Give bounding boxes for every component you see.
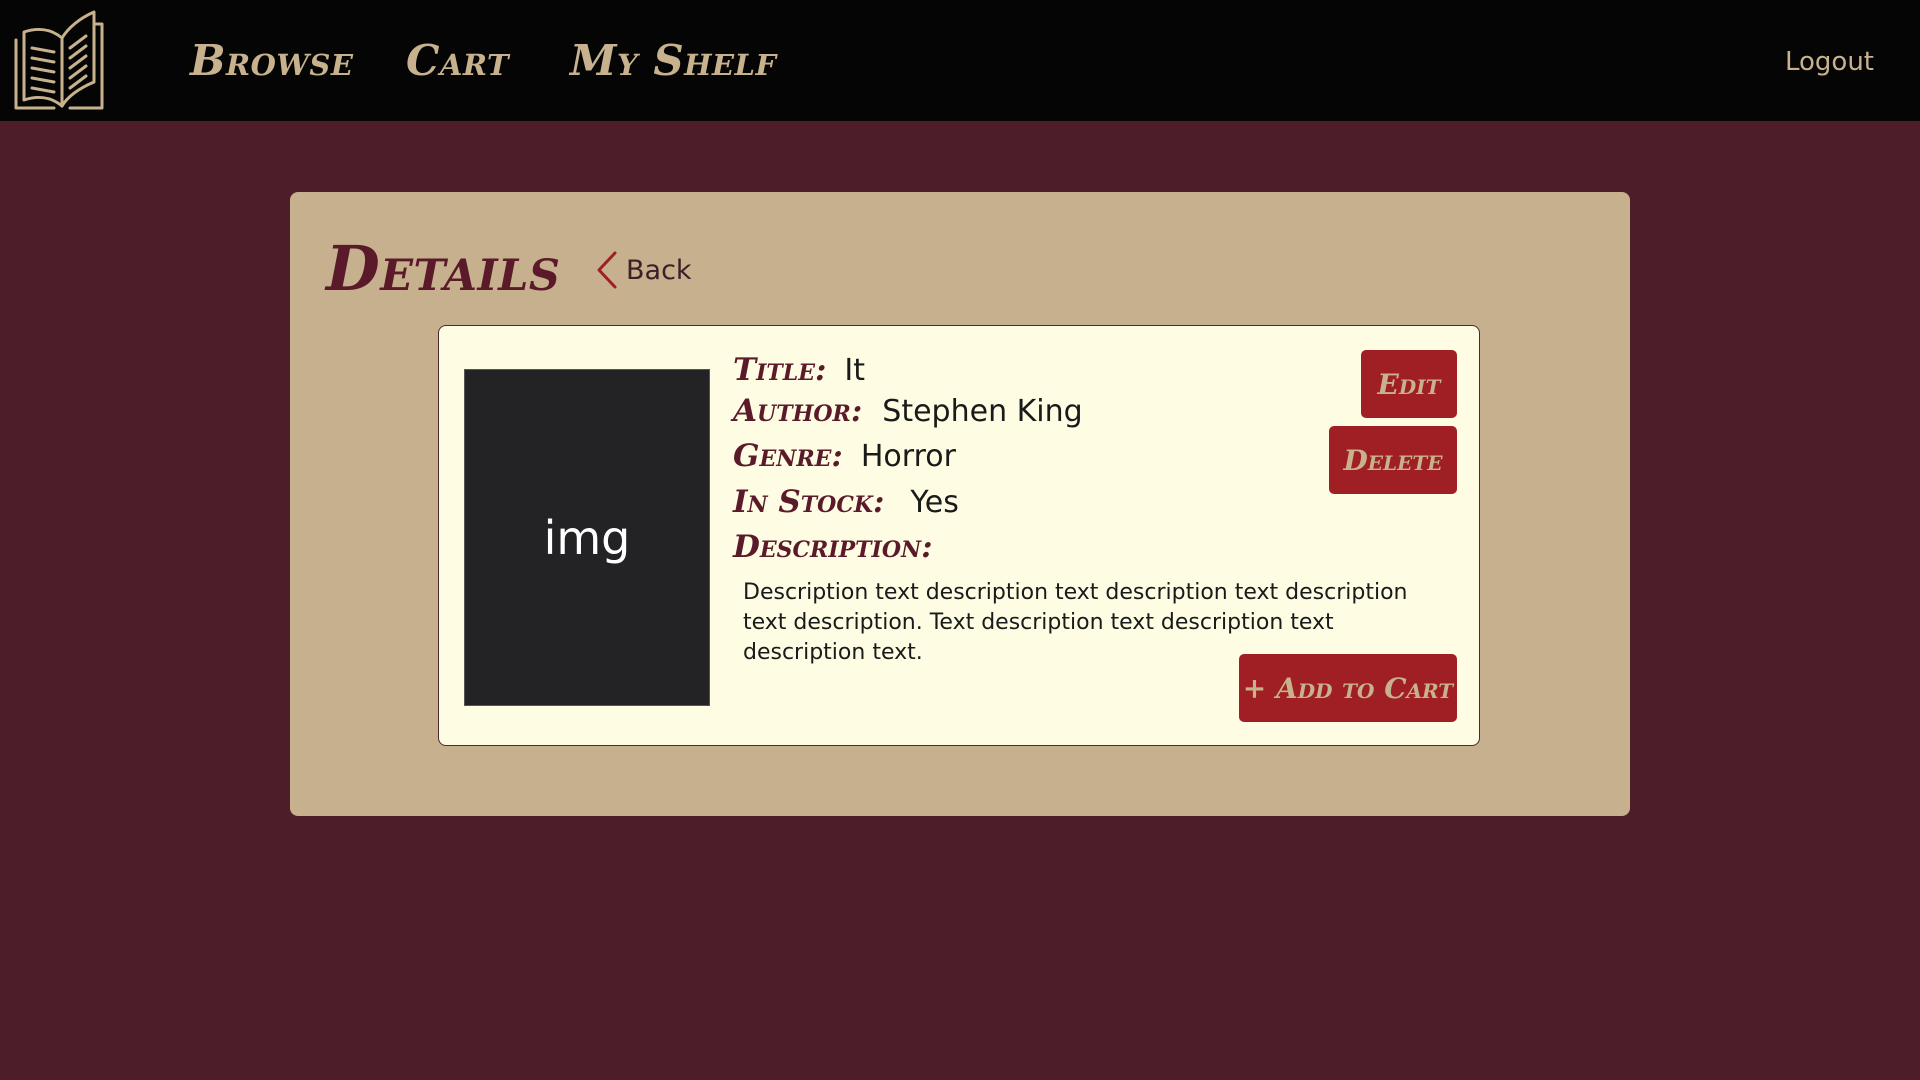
- page-title: Details: [326, 232, 561, 305]
- back-label: Back: [626, 254, 692, 286]
- description-field: Description:: [733, 529, 933, 565]
- edit-button[interactable]: Edit: [1361, 350, 1457, 418]
- stock-field: In Stock: Yes: [733, 484, 959, 520]
- stock-value: Yes: [910, 485, 959, 520]
- stock-label: In Stock:: [733, 484, 885, 520]
- genre-label: Genre:: [733, 438, 843, 474]
- logout-link[interactable]: Logout: [1785, 44, 1874, 80]
- title-label: Title:: [733, 352, 827, 388]
- genre-field: Genre: Horror: [733, 438, 956, 474]
- title-field: Title: It: [733, 352, 865, 388]
- top-navbar: Browse Cart My Shelf Logout: [0, 0, 1920, 121]
- image-placeholder-label: img: [543, 510, 631, 565]
- nav-link-my-shelf[interactable]: My Shelf: [570, 36, 777, 86]
- title-value: It: [844, 353, 866, 388]
- genre-value: Horror: [860, 439, 956, 474]
- author-field: Author: Stephen King: [733, 393, 1083, 429]
- delete-button[interactable]: Delete: [1329, 426, 1457, 494]
- author-value: Stephen King: [882, 394, 1083, 429]
- back-link[interactable]: Back: [596, 250, 692, 290]
- description-label: Description:: [733, 529, 933, 565]
- details-panel: Details Back img Title: It Author: Steph…: [290, 192, 1630, 816]
- add-to-cart-button[interactable]: + Add to Cart: [1239, 654, 1457, 722]
- nav-link-browse[interactable]: Browse: [190, 36, 353, 86]
- chevron-left-icon: [597, 251, 617, 289]
- author-label: Author:: [733, 393, 863, 429]
- book-details-card: img Title: It Author: Stephen King Genre…: [438, 325, 1480, 746]
- book-cover-image: img: [464, 369, 710, 706]
- nav-link-cart[interactable]: Cart: [406, 36, 509, 86]
- open-book-icon[interactable]: [12, 10, 112, 110]
